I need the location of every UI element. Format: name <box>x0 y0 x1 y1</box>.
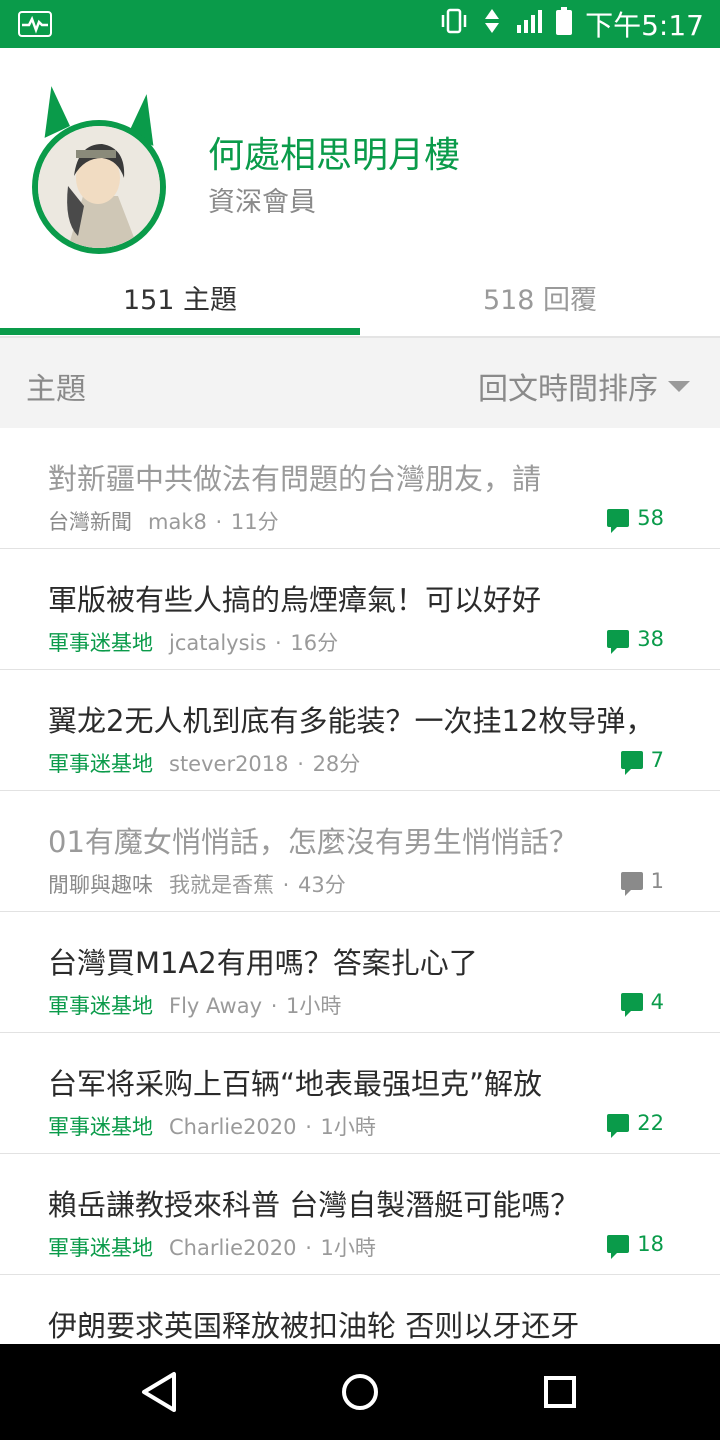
avatar-image <box>32 120 166 254</box>
topic-meta: 軍事迷基地 stever2018 · 28分 <box>48 752 361 776</box>
comment-count-value: 7 <box>650 748 664 772</box>
profile-username: 何處相思明月樓 <box>208 135 461 176</box>
topic-title: 台灣買M1A2有用嗎？答案扎心了 <box>48 946 478 980</box>
topic-meta: 軍事迷基地 Charlie2020 · 1小時 <box>48 1115 376 1139</box>
profile-header: 何處相思明月樓 資深會員 <box>0 48 720 258</box>
comment-icon <box>620 872 643 896</box>
comment-count: 58 <box>607 506 664 533</box>
forum-name[interactable]: 軍事迷基地 <box>48 994 153 1018</box>
comment-count: 18 <box>607 1232 664 1259</box>
comment-count: 7 <box>620 748 664 775</box>
topic-title: 台军将采购上百辆“地表最强坦克”解放 <box>48 1067 543 1101</box>
list-item[interactable]: 01有魔女悄悄話，怎麼沒有男生悄悄話？ 閒聊與趣味 我就是香蕉 · 43分 1 <box>0 791 720 912</box>
topic-title: 翼龙2无人机到底有多能装？一次挂12枚导弹， <box>48 704 655 738</box>
list-item[interactable]: 賴岳謙教授來科普 台灣自製潛艇可能嗎？ 軍事迷基地 Charlie2020 · 1… <box>0 1154 720 1275</box>
profile-role: 資深會員 <box>208 187 316 218</box>
comment-icon <box>607 1235 630 1259</box>
section-header: 主題 回文時間排序 <box>0 338 720 428</box>
battery-icon <box>555 6 573 43</box>
topic-title: 對新疆中共做法有問題的台灣朋友，請 <box>48 462 542 496</box>
author-name: Charlie2020 <box>169 1236 297 1260</box>
network-4g-icon <box>481 7 503 42</box>
status-time: 下午5:17 <box>585 9 704 42</box>
comment-count-value: 4 <box>650 990 664 1014</box>
topic-title: 軍版被有些人搞的烏煙瘴氣！可以好好 <box>48 583 542 617</box>
comment-icon <box>607 1114 630 1138</box>
tab-topics[interactable]: 151 主題 <box>0 258 360 336</box>
author-name: Fly Away <box>169 994 263 1018</box>
post-time: 1小時 <box>286 994 342 1018</box>
post-time: 1小時 <box>320 1236 376 1260</box>
list-item[interactable]: 對新疆中共做法有問題的台灣朋友，請 台灣新聞 mak8 · 11分 58 <box>0 428 720 549</box>
comment-icon <box>620 993 643 1017</box>
author-name: Charlie2020 <box>169 1115 297 1139</box>
list-item[interactable]: 台军将采购上百辆“地表最强坦克”解放 軍事迷基地 Charlie2020 · 1小… <box>0 1033 720 1154</box>
topic-list: 對新疆中共做法有問題的台灣朋友，請 台灣新聞 mak8 · 11分 58 軍版被有… <box>0 428 720 1396</box>
sort-dropdown[interactable]: 回文時間排序 <box>478 364 690 408</box>
comment-icon <box>620 751 643 775</box>
author-name: stever2018 <box>169 752 289 776</box>
sort-label: 回文時間排序 <box>478 372 658 407</box>
topic-meta: 閒聊與趣味 我就是香蕉 · 43分 <box>48 873 346 897</box>
comment-count: 38 <box>607 627 664 654</box>
post-time: 1小時 <box>320 1115 376 1139</box>
comment-count-value: 58 <box>637 506 664 530</box>
list-item[interactable]: 軍版被有些人搞的烏煙瘴氣！可以好好 軍事迷基地 jcatalysis · 16分 … <box>0 549 720 670</box>
avatar[interactable] <box>26 86 178 254</box>
topic-title: 伊朗要求英国释放被扣油轮 否则以牙还牙 <box>48 1309 580 1343</box>
comment-count-value: 18 <box>637 1232 664 1256</box>
profile-tabs: 151 主題 518 回覆 <box>0 258 720 338</box>
comment-count: 22 <box>607 1111 664 1138</box>
back-icon[interactable] <box>130 1366 190 1418</box>
comment-count-value: 1 <box>650 869 664 893</box>
activity-icon <box>18 11 52 37</box>
tab-replies[interactable]: 518 回覆 <box>360 258 720 336</box>
post-time: 43分 <box>298 873 346 897</box>
author-name: 我就是香蕉 <box>169 873 274 897</box>
topic-meta: 軍事迷基地 Charlie2020 · 1小時 <box>48 1236 376 1260</box>
signal-icon <box>515 7 543 42</box>
comment-icon <box>607 630 630 654</box>
topic-meta: 台灣新聞 mak8 · 11分 <box>48 510 279 534</box>
forum-name[interactable]: 台灣新聞 <box>48 510 132 534</box>
topic-title: 01有魔女悄悄話，怎麼沒有男生悄悄話？ <box>48 825 578 859</box>
status-icons: 下午5:17 <box>439 6 704 43</box>
comment-count: 4 <box>620 990 664 1017</box>
topic-meta: 軍事迷基地 jcatalysis · 16分 <box>48 631 339 655</box>
author-name: jcatalysis <box>169 631 267 655</box>
forum-name[interactable]: 軍事迷基地 <box>48 1115 153 1139</box>
tab-indicator <box>0 328 360 335</box>
forum-name[interactable]: 閒聊與趣味 <box>48 873 153 897</box>
post-time: 28分 <box>312 752 361 776</box>
system-nav-bar <box>0 1344 720 1440</box>
list-item[interactable]: 翼龙2无人机到底有多能装？一次挂12枚导弹， 軍事迷基地 stever2018 ·… <box>0 670 720 791</box>
post-time: 11分 <box>230 510 279 534</box>
list-item[interactable]: 台灣買M1A2有用嗎？答案扎心了 軍事迷基地 Fly Away · 1小時 4 <box>0 912 720 1033</box>
topic-title: 賴岳謙教授來科普 台灣自製潛艇可能嗎？ <box>48 1188 580 1222</box>
chevron-down-icon <box>668 380 690 392</box>
forum-name[interactable]: 軍事迷基地 <box>48 631 153 655</box>
author-name: mak8 <box>148 510 207 534</box>
recents-icon[interactable] <box>544 1376 576 1408</box>
forum-name[interactable]: 軍事迷基地 <box>48 1236 153 1260</box>
section-title: 主題 <box>26 372 86 407</box>
home-icon[interactable] <box>342 1374 378 1410</box>
comment-count: 1 <box>620 869 664 896</box>
comment-count-value: 22 <box>637 1111 664 1135</box>
comment-count-value: 38 <box>637 627 664 651</box>
comment-icon <box>607 509 630 533</box>
topic-meta: 軍事迷基地 Fly Away · 1小時 <box>48 994 342 1018</box>
vibrate-icon <box>439 7 469 42</box>
post-time: 16分 <box>290 631 339 655</box>
forum-name[interactable]: 軍事迷基地 <box>48 752 153 776</box>
